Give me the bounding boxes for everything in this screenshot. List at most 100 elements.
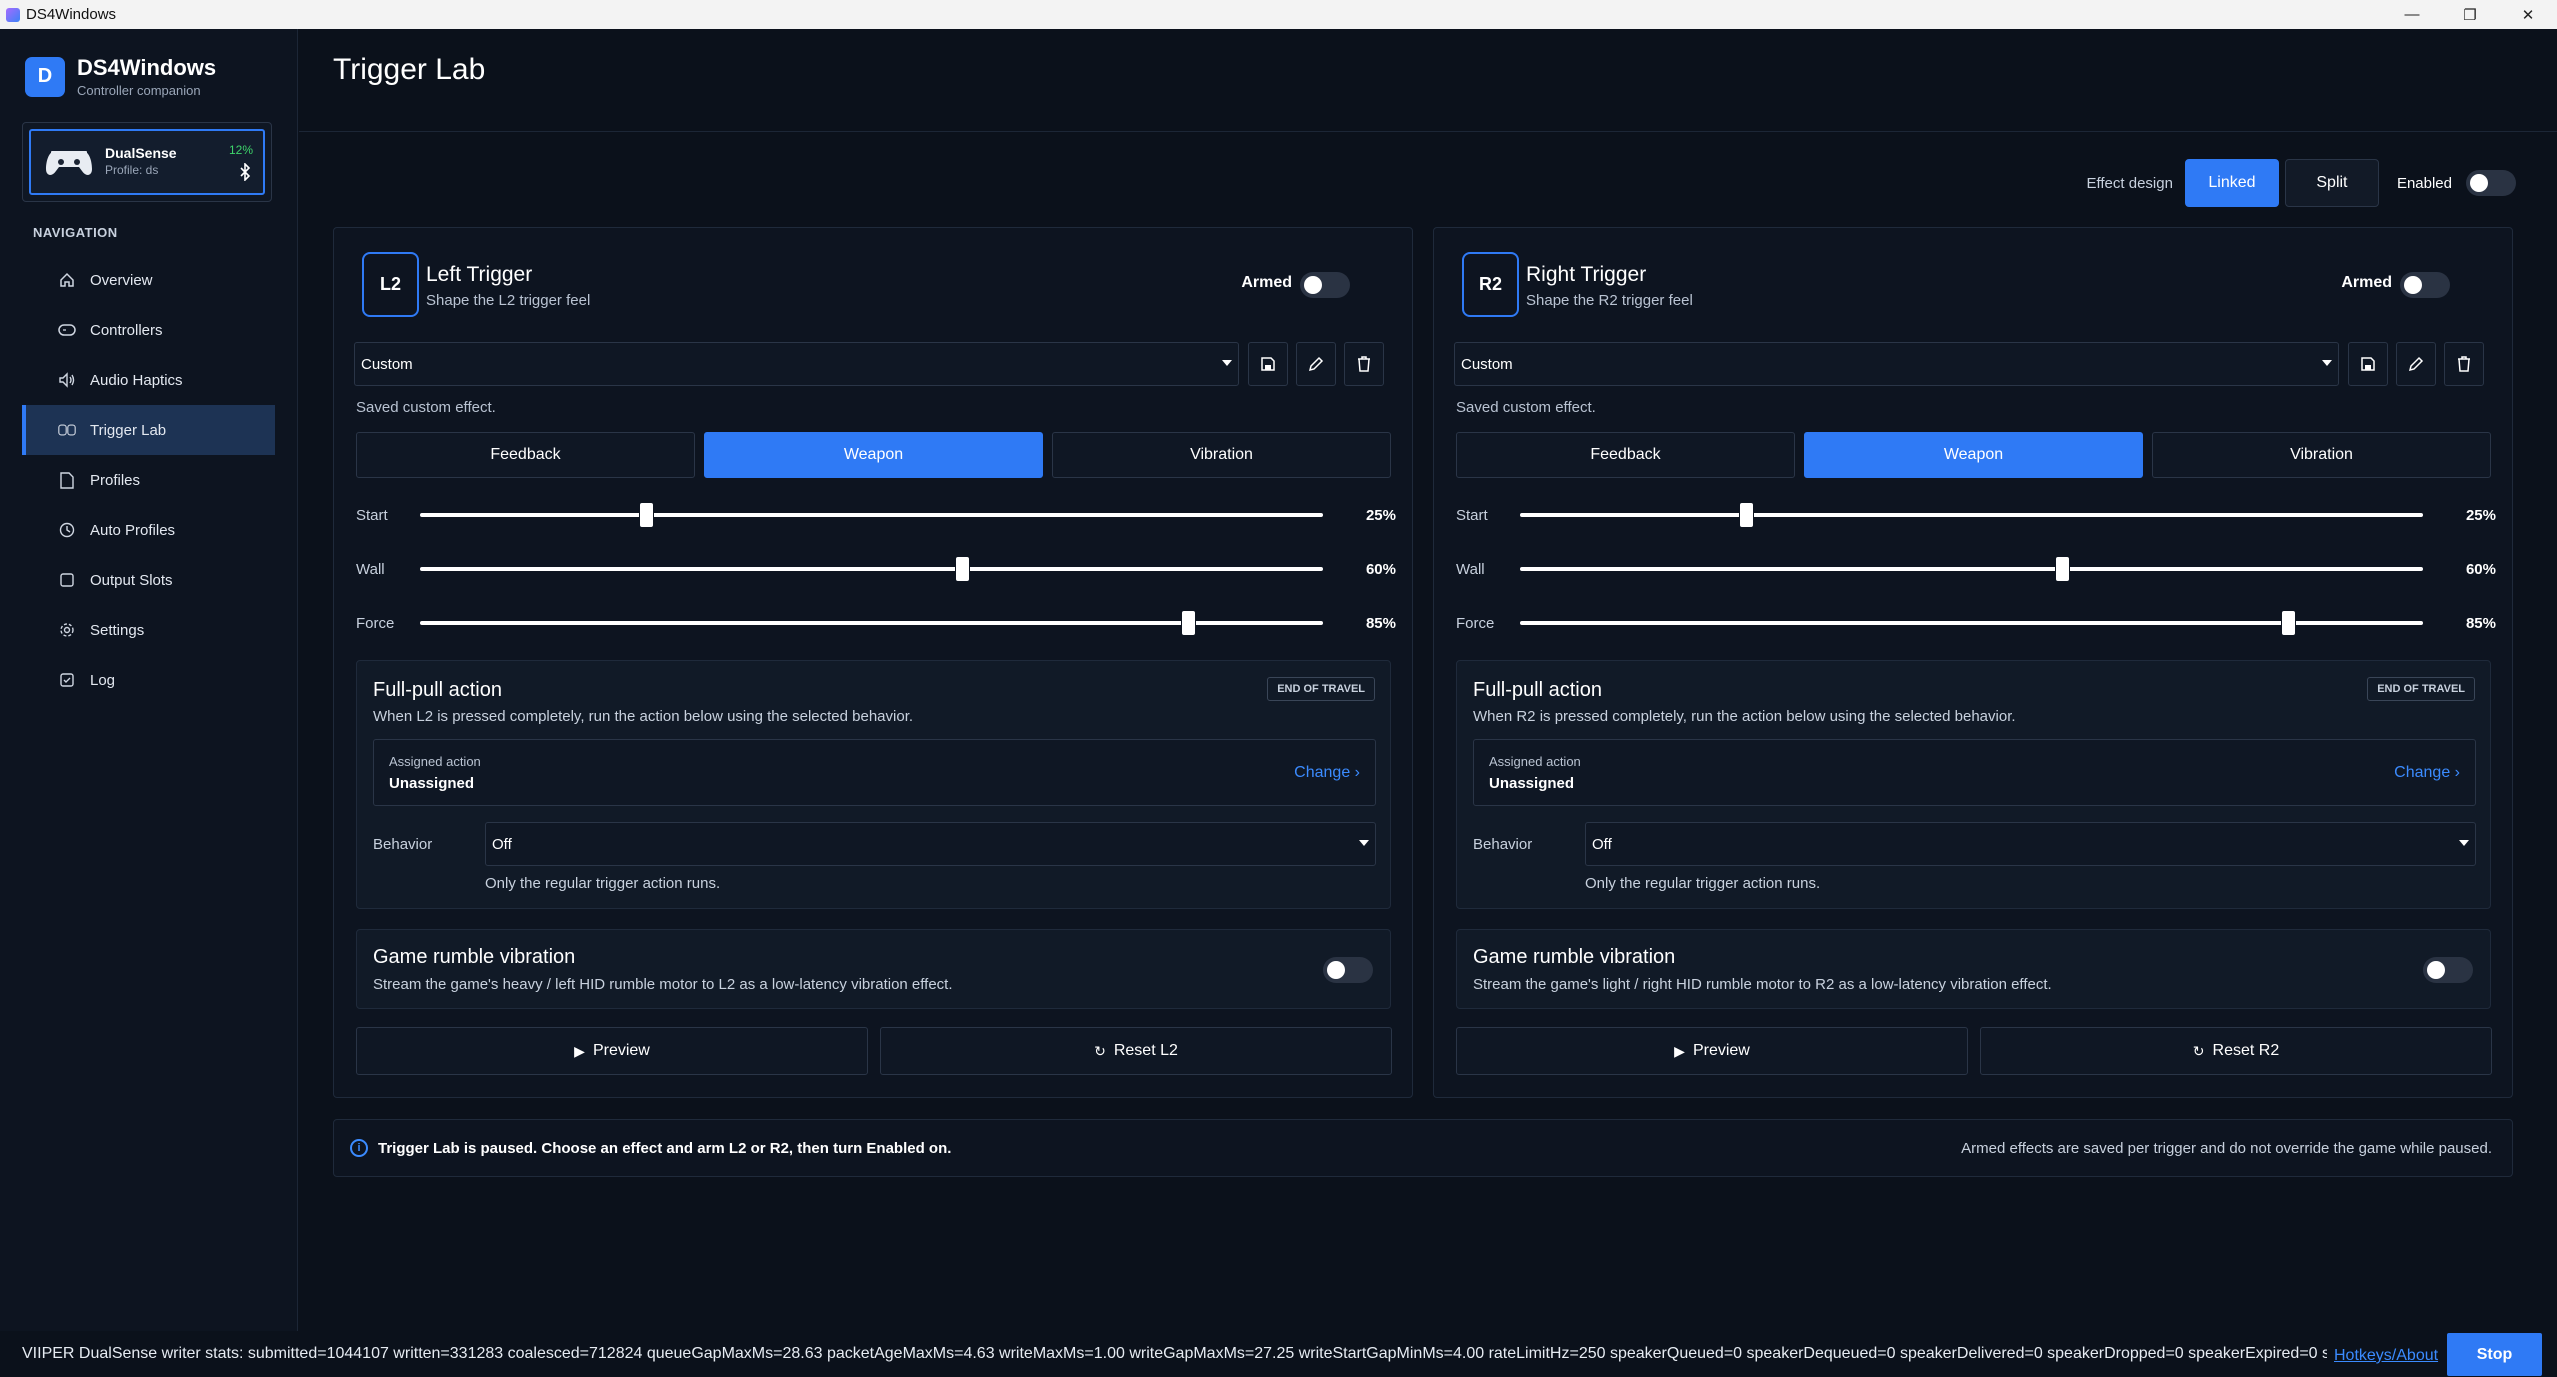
sidebar-item-profiles[interactable]: Profiles: [22, 455, 275, 505]
trash-icon: [1358, 356, 1370, 372]
save-preset-button[interactable]: [1248, 342, 1288, 386]
reset-icon: ↻: [1094, 1042, 1106, 1059]
device-name: DualSense: [105, 145, 177, 161]
tab-feedback[interactable]: Feedback: [1456, 432, 1795, 478]
slider-track[interactable]: [1520, 557, 2423, 581]
preset-select[interactable]: Custom: [354, 342, 1239, 386]
sidebar-item-label: Trigger Lab: [90, 421, 167, 439]
trash-icon: [2458, 356, 2470, 372]
sidebar-item-audio-haptics[interactable]: Audio Haptics: [22, 355, 275, 405]
armed-toggle[interactable]: [2400, 272, 2450, 298]
sidebar-item-settings[interactable]: Settings: [22, 605, 275, 655]
slider-track[interactable]: [420, 503, 1323, 527]
enabled-toggle[interactable]: [2466, 170, 2516, 196]
page-title: Trigger Lab: [333, 53, 486, 86]
sidebar-item-overview[interactable]: Overview: [22, 255, 275, 305]
slider-value: 60%: [2465, 561, 2496, 578]
device-profile: Profile: ds: [105, 163, 159, 177]
sidebar: D DS4Windows Controller companion DualSe…: [0, 29, 298, 1331]
tab-weapon[interactable]: Weapon: [704, 432, 1043, 478]
reset-icon: ↻: [2192, 1042, 2205, 1059]
sidebar-item-log[interactable]: Log: [22, 655, 275, 705]
toggle-knob: [2404, 276, 2422, 294]
slider-start: Start 25%: [1456, 501, 2496, 531]
tab-vibration[interactable]: Vibration: [2152, 432, 2491, 478]
sidebar-item-label: Output Slots: [90, 571, 173, 589]
armed-toggle[interactable]: [1300, 272, 1350, 298]
sidebar-item-output-slots[interactable]: Output Slots: [22, 555, 275, 605]
rename-preset-button[interactable]: [1296, 342, 1336, 386]
behavior-select[interactable]: Off: [1585, 822, 2476, 866]
maximize-button[interactable]: ❐: [2441, 0, 2499, 29]
slider-thumb[interactable]: [2281, 611, 2295, 635]
slider-value: 60%: [1365, 561, 1396, 578]
assigned-action-label: Assigned action: [389, 754, 481, 769]
linked-button[interactable]: Linked: [2184, 159, 2279, 207]
brand-subtitle: Controller companion: [77, 83, 201, 98]
slider-force: Force 85%: [356, 609, 1396, 639]
assigned-action-box: Assigned action Unassigned Change ›: [373, 739, 1376, 806]
reset-label: Reset L2: [1113, 1042, 1178, 1059]
sidebar-item-controllers[interactable]: Controllers: [22, 305, 275, 355]
trigger-subtitle: Shape the R2 trigger feel: [1526, 292, 1693, 309]
change-action-link[interactable]: Change ›: [2394, 764, 2460, 782]
tab-vibration[interactable]: Vibration: [1052, 432, 1391, 478]
behavior-note: Only the regular trigger action runs.: [485, 875, 721, 892]
close-button[interactable]: ✕: [2499, 0, 2557, 29]
device-card[interactable]: DualSense Profile: ds 12%: [22, 122, 272, 202]
tab-weapon[interactable]: Weapon: [1804, 432, 2143, 478]
assigned-action-value: Unassigned: [1489, 775, 1575, 792]
brand: D DS4Windows Controller companion: [25, 55, 216, 98]
behavior-select[interactable]: Off: [485, 822, 1376, 866]
play-icon: ▶: [574, 1042, 585, 1059]
slider-thumb[interactable]: [955, 557, 969, 581]
chevron-down-icon: [1359, 840, 1369, 846]
preset-select[interactable]: Custom: [1454, 342, 2339, 386]
delete-preset-button[interactable]: [1344, 342, 1384, 386]
slider-track[interactable]: [1520, 611, 2423, 635]
bluetooth-icon: [240, 163, 251, 181]
rumble-toggle[interactable]: [2423, 957, 2473, 983]
slider-label: Force: [356, 615, 395, 632]
hotkeys-about-link[interactable]: Hotkeys/About: [2334, 1347, 2438, 1365]
slider-thumb[interactable]: [1739, 503, 1753, 527]
rename-preset-button[interactable]: [2396, 342, 2436, 386]
play-icon: ▶: [1674, 1042, 1685, 1059]
saved-note: Saved custom effect.: [1456, 399, 1596, 416]
controller-icon: [58, 321, 76, 339]
preview-label: Preview: [592, 1042, 650, 1059]
preview-button[interactable]: ▶ Preview: [1456, 1027, 1968, 1075]
split-button[interactable]: Split: [2284, 159, 2379, 207]
slider-wall: Wall 60%: [356, 555, 1396, 585]
gear-icon: [58, 621, 76, 639]
slider-thumb[interactable]: [2055, 557, 2069, 581]
chevron-down-icon: [2459, 840, 2469, 846]
reset-button[interactable]: ↻ Reset R2: [1980, 1027, 2492, 1075]
gamepad-icon: [46, 151, 92, 175]
change-action-link[interactable]: Change ›: [1294, 764, 1360, 782]
full-pull-description: When L2 is pressed completely, run the a…: [373, 708, 914, 725]
minimize-button[interactable]: —: [2383, 0, 2441, 29]
reset-button[interactable]: ↻ Reset L2: [880, 1027, 1392, 1075]
slider-track[interactable]: [420, 611, 1323, 635]
slider-track[interactable]: [420, 557, 1323, 581]
armed-label: Armed: [1241, 274, 1292, 291]
sidebar-item-auto-profiles[interactable]: Auto Profiles: [22, 505, 275, 555]
log-icon: [58, 671, 76, 689]
stop-button[interactable]: Stop: [2447, 1333, 2542, 1376]
behavior-value: Off: [1592, 835, 1612, 853]
slider-thumb[interactable]: [639, 503, 653, 527]
preview-button[interactable]: ▶ Preview: [356, 1027, 868, 1075]
tab-feedback[interactable]: Feedback: [356, 432, 695, 478]
slider-value: 85%: [1365, 615, 1396, 632]
right-trigger-panel: R2 Right Trigger Shape the R2 trigger fe…: [1433, 227, 2513, 1098]
chevron-down-icon: [1222, 360, 1232, 366]
rumble-toggle[interactable]: [1323, 957, 1373, 983]
slider-thumb[interactable]: [1181, 611, 1195, 635]
assigned-action-value: Unassigned: [389, 775, 475, 792]
save-preset-button[interactable]: [2348, 342, 2388, 386]
sidebar-item-trigger-lab[interactable]: Trigger Lab: [22, 405, 275, 455]
delete-preset-button[interactable]: [2444, 342, 2484, 386]
trigger-badge: R2: [1462, 252, 1519, 317]
slider-track[interactable]: [1520, 503, 2423, 527]
